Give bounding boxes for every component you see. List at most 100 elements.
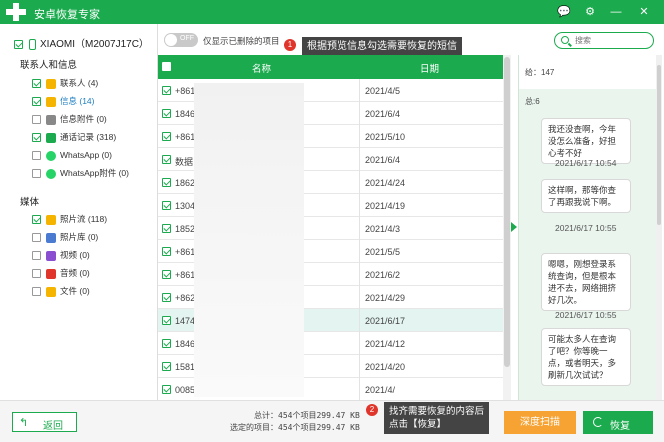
sidebar-item-call-log[interactable]: 通话记录 (318) [32, 130, 116, 144]
sidebar-item-label: 照片流 (118) [60, 214, 108, 224]
checkbox[interactable] [32, 133, 41, 143]
checkbox[interactable] [32, 97, 41, 107]
checkbox[interactable] [32, 79, 41, 89]
sidebar-item-messages[interactable]: 信息 (14) [32, 94, 94, 108]
message-time: 2021/6/17 10:55 [555, 310, 617, 320]
deleted-only-toggle[interactable]: OFF [164, 33, 198, 47]
sidebar-item-audio[interactable]: 音频 (0) [32, 266, 90, 280]
select-all-checkbox[interactable] [162, 62, 171, 71]
message-time: 2021/6/17 10:54 [555, 158, 617, 168]
sidebar-item-files[interactable]: 文件 (0) [32, 284, 90, 298]
checkbox[interactable] [32, 233, 41, 243]
row-date: 2021/6/4 [365, 109, 401, 119]
row-checkbox[interactable] [162, 339, 171, 348]
scrollbar-thumb[interactable] [657, 65, 661, 225]
recover-button[interactable]: 恢复 [583, 411, 653, 434]
recover-icon [593, 417, 603, 427]
row-checkbox[interactable] [162, 132, 171, 141]
checkbox[interactable] [32, 151, 41, 161]
row-checkbox[interactable] [162, 109, 171, 118]
back-button[interactable]: ↰ 返回 [12, 412, 77, 432]
recover-label: 恢复 [610, 421, 630, 432]
message-scrollbar[interactable] [656, 55, 662, 400]
table-scrollbar[interactable] [503, 55, 511, 400]
back-label: 返回 [43, 421, 63, 432]
search-box[interactable] [554, 32, 654, 49]
row-checkbox[interactable] [162, 155, 171, 164]
callout-2: 找齐需要恢复的内容后 点击【恢复】 [384, 402, 490, 434]
message-bubble: 嗯嗯，刚想登录系统查询，但是根本进不去，网络拥挤好几次。 [541, 253, 631, 311]
deep-scan-button[interactable]: 深度扫描 [504, 411, 576, 434]
device-checkbox[interactable] [14, 39, 23, 49]
row-checkbox[interactable] [162, 385, 171, 394]
column-divider [359, 217, 360, 240]
feedback-icon[interactable]: 💬 [556, 4, 572, 20]
row-name: 1581 [175, 362, 196, 372]
row-date: 2021/6/2 [365, 270, 401, 280]
column-header-date[interactable]: 日期 [420, 61, 439, 75]
search-input[interactable] [575, 35, 650, 46]
column-divider [359, 194, 360, 217]
row-name: 1846 [175, 339, 196, 349]
row-checkbox[interactable] [162, 316, 171, 325]
column-divider [359, 378, 360, 401]
row-name: +861 [175, 247, 196, 257]
row-name: 数据 [175, 157, 194, 167]
sidebar-item-whatsapp[interactable]: WhatsApp (0) [32, 148, 112, 162]
sidebar-item-photo-stream[interactable]: 照片流 (118) [32, 212, 107, 226]
row-checkbox[interactable] [162, 86, 171, 95]
sidebar-item-contacts[interactable]: 联系人 (4) [32, 76, 98, 90]
row-checkbox[interactable] [162, 247, 171, 256]
message-count-header: 总:6 [519, 89, 659, 115]
checkbox[interactable] [32, 287, 41, 297]
row-name: 0085 [175, 385, 196, 395]
checkbox[interactable] [32, 251, 41, 261]
row-checkbox[interactable] [162, 293, 171, 302]
sidebar-item-label: 通话记录 (318) [60, 132, 117, 142]
device-row[interactable]: XIAOMI（M2007J17C） [14, 35, 149, 50]
row-checkbox[interactable] [162, 362, 171, 371]
call-log-icon [46, 132, 56, 143]
row-checkbox[interactable] [162, 178, 171, 187]
column-divider [359, 102, 360, 125]
sidebar-item-label: WhatsApp (0) [60, 150, 112, 160]
row-date: 2021/4/24 [365, 178, 406, 188]
minimize-icon[interactable]: — [608, 4, 624, 20]
row-date: 2021/4/19 [365, 201, 406, 211]
video-icon [46, 250, 56, 261]
app-title: 安卓恢复专家 [34, 9, 100, 21]
section-title-media: 媒体 [20, 197, 40, 208]
column-divider [359, 240, 360, 263]
recipient-header: 给：147 [519, 55, 659, 89]
row-name: 1474 [175, 316, 196, 326]
checkbox[interactable] [32, 115, 41, 125]
row-name: +861 [175, 132, 196, 142]
settings-icon[interactable]: ⚙ [582, 4, 598, 20]
row-checkbox[interactable] [162, 201, 171, 210]
sidebar-item-label: 照片库 (0) [60, 232, 99, 242]
checkbox[interactable] [32, 269, 41, 279]
row-checkbox[interactable] [162, 224, 171, 233]
sidebar-item-video[interactable]: 视频 (0) [32, 248, 90, 262]
sidebar-item-whatsapp-attachments[interactable]: WhatsApp附件 (0) [32, 166, 129, 180]
sidebar-item-message-attachments[interactable]: 信息附件 (0) [32, 112, 107, 126]
callout-2-line-1: 找齐需要恢复的内容后 [389, 406, 485, 417]
checkbox[interactable] [32, 169, 41, 179]
search-icon [561, 36, 569, 44]
sidebar-item-label: 联系人 (4) [60, 78, 99, 88]
message-bubble: 这样啊，那等你查了再跟我说下啊。 [541, 179, 631, 213]
checkbox[interactable] [32, 215, 41, 225]
row-name: 1852 [175, 224, 196, 234]
message-preview-panel: 给：147 总:6 我还没查啊，今年没怎么准备，好担心考不好 2021/6/17… [518, 55, 659, 400]
column-divider [359, 148, 360, 171]
row-name: 1304 [175, 201, 196, 211]
sidebar-item-photo-library[interactable]: 照片库 (0) [32, 230, 98, 244]
scrollbar-thumb[interactable] [504, 57, 510, 367]
photo-library-icon [46, 232, 56, 243]
close-icon[interactable]: ✕ [636, 4, 652, 20]
message-time: 2021/6/17 10:55 [555, 223, 617, 233]
column-header-name[interactable]: 名称 [252, 61, 271, 75]
row-checkbox[interactable] [162, 270, 171, 279]
whatsapp-attachment-icon [46, 168, 56, 179]
message-table: 名称 日期 +861 2021/4/5 1846 2021/6/4 +861 2021/5… [158, 55, 503, 401]
